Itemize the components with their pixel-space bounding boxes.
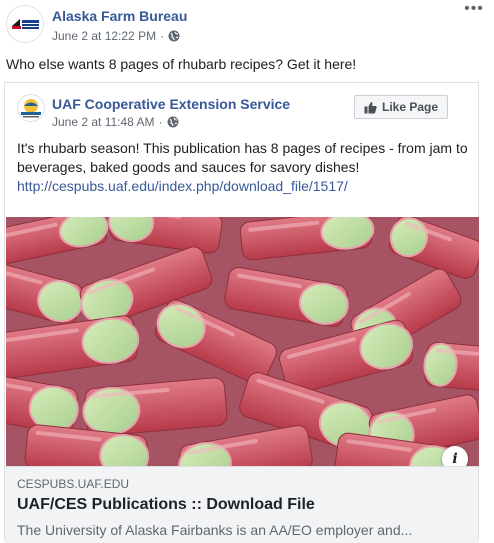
shared-post-meta: June 2 at 11:48 AM ·	[52, 115, 179, 129]
info-icon[interactable]: i	[442, 446, 468, 466]
rhubarb-piece	[423, 341, 479, 393]
globe-icon[interactable]	[168, 30, 180, 42]
meta-separator: ·	[158, 115, 163, 129]
extension-logo-icon	[21, 99, 41, 118]
post-timestamp[interactable]: June 2 at 12:22 PM	[52, 29, 156, 43]
meta-separator: ·	[160, 29, 165, 43]
page-name-link[interactable]: Alaska Farm Bureau	[52, 8, 187, 24]
shared-post-body: It's rhubarb season! This publication ha…	[17, 140, 468, 175]
link-preview[interactable]: CESPUBS.UAF.EDU UAF/CES Publications :: …	[5, 466, 478, 543]
rhubarb-photo[interactable]: i	[6, 217, 479, 466]
link-description: The University of Alaska Fairbanks is an…	[17, 522, 413, 538]
like-page-button[interactable]: Like Page	[354, 95, 448, 119]
shared-page-name-link[interactable]: UAF Cooperative Extension Service	[52, 96, 290, 112]
uaf-ces-avatar[interactable]	[17, 94, 45, 122]
facebook-post: Alaska Farm Bureau June 2 at 12:22 PM · …	[0, 0, 494, 543]
shared-post-card: UAF Cooperative Extension Service June 2…	[4, 82, 479, 543]
link-title[interactable]: UAF/CES Publications :: Download File	[17, 496, 315, 514]
rhubarb-pieces-image	[6, 217, 479, 466]
shared-post-text: It's rhubarb season! This publication ha…	[17, 139, 472, 196]
link-domain: CESPUBS.UAF.EDU	[17, 477, 130, 491]
shared-post-timestamp[interactable]: June 2 at 11:48 AM	[52, 115, 155, 129]
alaska-farm-bureau-avatar[interactable]	[6, 5, 44, 43]
download-link[interactable]: http://cespubs.uaf.edu/index.php/downloa…	[17, 178, 348, 194]
globe-icon[interactable]	[167, 116, 179, 128]
post-meta: June 2 at 12:22 PM ·	[52, 29, 180, 43]
farm-bureau-logo-icon	[7, 6, 43, 42]
more-options-icon[interactable]: •••	[464, 1, 484, 23]
post-text: Who else wants 8 pages of rhubarb recipe…	[6, 56, 357, 72]
like-page-label: Like Page	[381, 100, 439, 114]
thumbs-up-icon	[364, 101, 377, 113]
